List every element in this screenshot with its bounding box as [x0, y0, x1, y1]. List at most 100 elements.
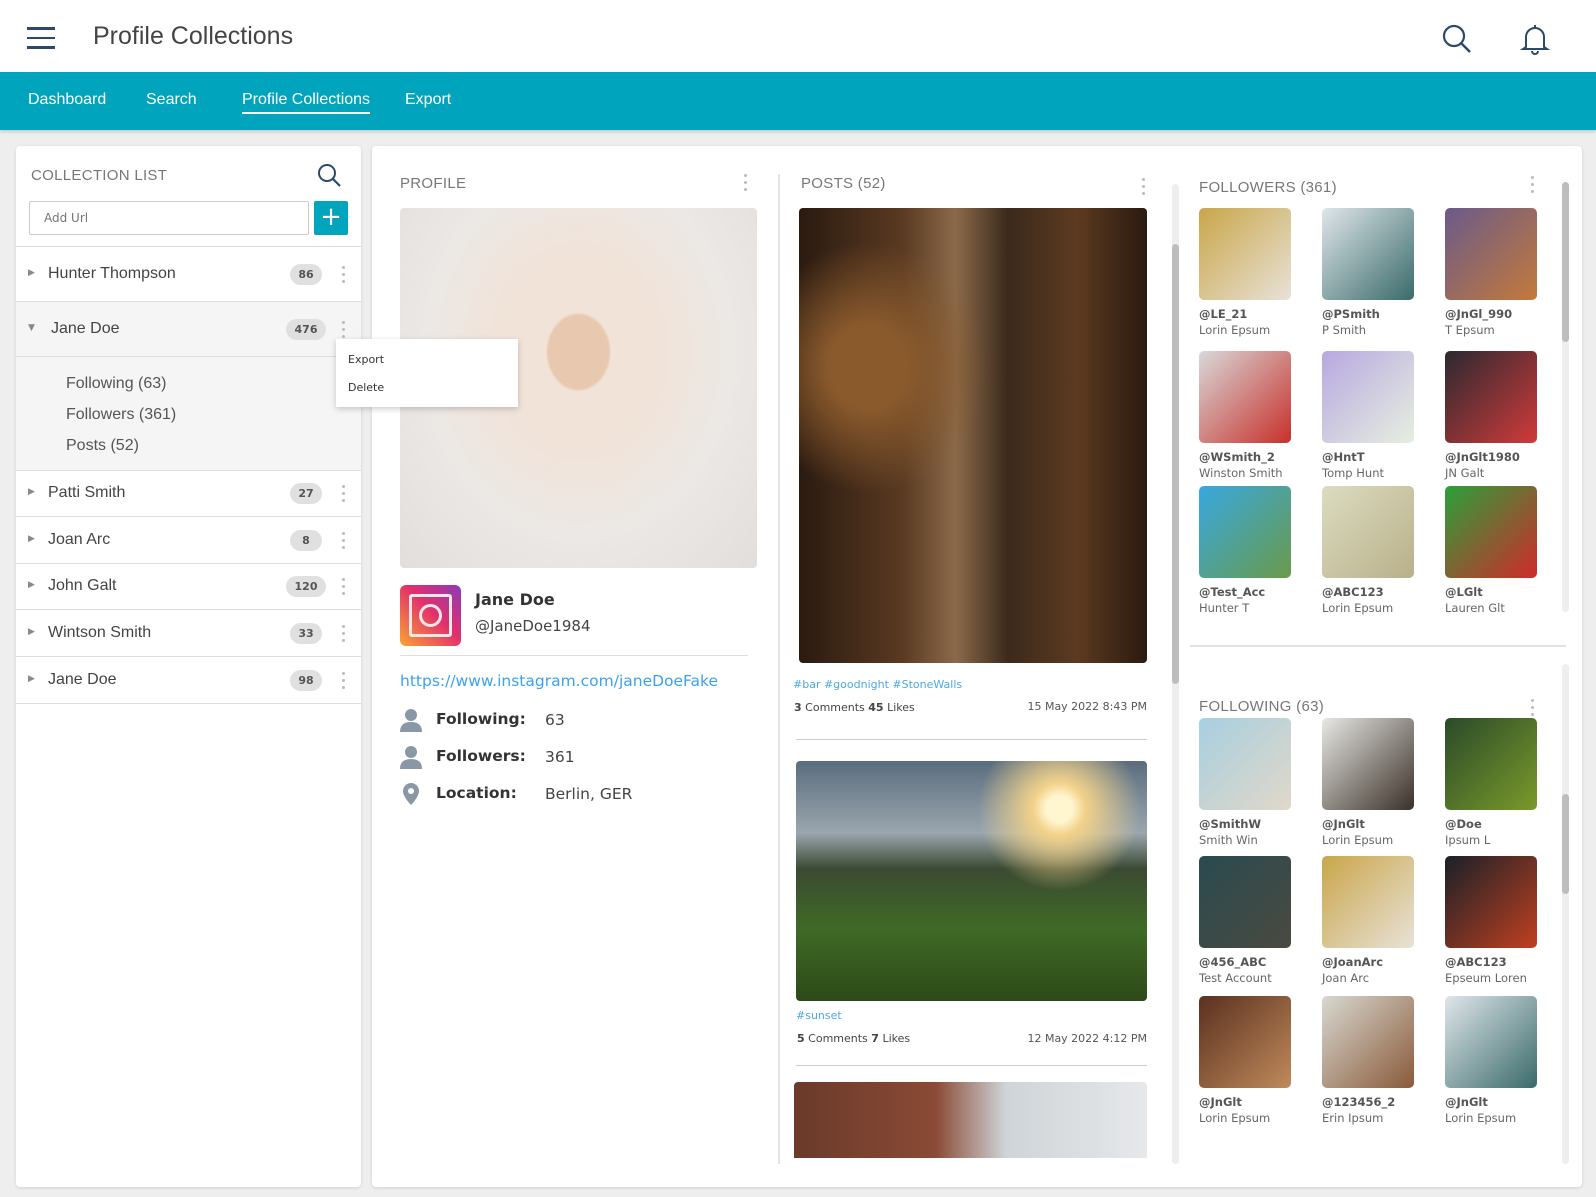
profile-handle: @LE_21 — [1199, 307, 1248, 321]
profile-handle: @JnGlt — [1322, 817, 1365, 831]
location-value: Berlin, GER — [545, 785, 633, 803]
profile-handle: @HntT — [1322, 450, 1365, 464]
expand-arrow-icon[interactable]: ▶ — [28, 580, 35, 590]
more-options-icon[interactable] — [338, 265, 348, 287]
profile-card[interactable]: @ABC123 Epseum Loren — [1445, 856, 1537, 985]
profile-name: Hunter T — [1199, 601, 1250, 615]
more-options-icon[interactable] — [338, 624, 348, 646]
count-badge: 120 — [286, 576, 326, 597]
comments-count: 5 — [797, 1032, 805, 1045]
collection-item[interactable]: ▶ Jane Doe 98 — [16, 656, 361, 703]
collection-item[interactable]: ▶ John Galt 120 — [16, 563, 361, 609]
post-tags[interactable]: #bar #goodnight #StoneWalls — [793, 678, 962, 691]
collection-name: John Galt — [48, 577, 117, 594]
profile-handle: @WSmith_2 — [1199, 450, 1275, 464]
collection-item[interactable]: ▶ Hunter Thompson 86 — [16, 246, 361, 301]
nav-profile-collections[interactable]: Profile Collections — [242, 91, 371, 114]
following-scrollbar[interactable] — [1562, 664, 1569, 1164]
profile-card[interactable]: @WSmith_2 Winston Smith — [1199, 351, 1291, 480]
collection-subitem[interactable]: Posts (52) — [66, 437, 139, 455]
bell-icon[interactable] — [1518, 22, 1552, 56]
profile-card[interactable]: @ABC123 Lorin Epsum — [1322, 486, 1414, 615]
likes-label: Likes — [887, 701, 915, 714]
collection-subitem[interactable]: Following (63) — [66, 375, 166, 393]
count-badge: 8 — [290, 529, 322, 551]
nav-export[interactable]: Export — [405, 91, 451, 112]
divider — [796, 739, 1147, 740]
followers-more-icon[interactable] — [1527, 176, 1537, 197]
collection-subitem[interactable]: Followers (361) — [66, 406, 176, 424]
collection-subitems: Following (63) Followers (361) Posts (52) — [16, 356, 361, 470]
add-url-button[interactable]: + — [314, 201, 348, 235]
profile-card[interactable]: @Test_Acc Hunter T — [1199, 486, 1291, 615]
profile-more-icon[interactable] — [740, 174, 750, 195]
count-badge: 86 — [290, 263, 322, 285]
profile-url-link[interactable]: https://www.instagram.com/janeDoeFake — [400, 672, 718, 690]
posts-scrollbar[interactable] — [1172, 184, 1179, 1164]
profile-card[interactable]: @JnGl_990 T Epsum — [1445, 208, 1537, 337]
expand-arrow-icon[interactable]: ▶ — [28, 487, 35, 497]
avatar — [1199, 351, 1291, 443]
profile-name: T Epsum — [1445, 323, 1495, 337]
more-options-icon[interactable] — [338, 578, 348, 599]
nav-dashboard[interactable]: Dashboard — [28, 91, 106, 112]
profile-card[interactable]: @123456_2 Erin Ipsum — [1322, 996, 1414, 1125]
profile-card[interactable]: @456_ABC Test Account — [1199, 856, 1291, 985]
profile-handle: @Test_Acc — [1199, 585, 1266, 599]
main-nav: Dashboard Search Profile Collections Exp… — [0, 72, 1596, 130]
profile-card[interactable]: @LGlt Lauren Glt — [1445, 486, 1537, 615]
profile-card[interactable]: @HntT Tomp Hunt — [1322, 351, 1414, 480]
expand-arrow-icon[interactable]: ▼ — [28, 323, 35, 333]
profile-handle: @JnGlt — [1445, 1095, 1488, 1109]
following-more-icon[interactable] — [1527, 699, 1537, 720]
likes-count: 45 — [868, 701, 884, 714]
avatar — [1322, 996, 1414, 1088]
comments-label: Comments — [805, 701, 865, 714]
collection-item[interactable]: ▶ Joan Arc 8 — [16, 516, 361, 563]
collection-item[interactable]: ▼ Jane Doe 476 — [16, 301, 361, 356]
profile-card[interactable]: @JnGlt Lorin Epsum — [1322, 718, 1414, 847]
profile-card[interactable]: @LE_21 Lorin Epsum — [1199, 208, 1291, 337]
profile-card[interactable]: @SmithW Smith Win — [1199, 718, 1291, 847]
location-pin-icon — [400, 782, 422, 806]
collection-name: Jane Doe — [51, 319, 120, 337]
add-url-input[interactable] — [29, 201, 309, 235]
count-badge: 476 — [286, 318, 326, 340]
following-title: FOLLOWING (63) — [1199, 698, 1325, 715]
expand-arrow-icon[interactable]: ▶ — [28, 534, 35, 544]
profile-handle: @456_ABC — [1199, 955, 1267, 969]
hamburger-icon[interactable] — [27, 27, 55, 49]
avatar — [1322, 856, 1414, 948]
collection-item[interactable]: ▶ Patti Smith 27 — [16, 470, 361, 516]
profile-card[interactable]: @JoanArc Joan Arc — [1322, 856, 1414, 985]
nav-search[interactable]: Search — [146, 91, 197, 112]
profile-card[interactable]: @JnGlt1980 JN Galt — [1445, 351, 1537, 480]
profile-card[interactable]: @JnGlt Lorin Epsum — [1445, 996, 1537, 1125]
profile-name: Lorin Epsum — [1322, 601, 1394, 615]
details-panel: PROFILE Jane Doe @JaneDoe1984 https://ww… — [372, 146, 1582, 1187]
profile-name: Epseum Loren — [1445, 971, 1527, 985]
more-options-icon[interactable] — [338, 531, 348, 553]
profile-handle: @JoanArc — [1322, 955, 1384, 969]
collection-list-title: COLLECTION LIST — [31, 167, 168, 184]
collection-item[interactable]: ▶ Wintson Smith 33 — [16, 609, 361, 656]
post-tags[interactable]: #sunset — [796, 1009, 842, 1022]
post-stats: 3 Comments 45 Likes — [794, 701, 915, 714]
profile-card[interactable]: @Doe Ipsum L — [1445, 718, 1537, 847]
avatar — [1445, 856, 1537, 948]
search-icon[interactable] — [1440, 22, 1474, 56]
expand-arrow-icon[interactable]: ▶ — [28, 674, 35, 684]
followers-scrollbar[interactable] — [1562, 182, 1569, 612]
followers-value: 361 — [545, 748, 575, 766]
menu-item-delete[interactable]: Delete — [348, 381, 384, 394]
more-options-icon[interactable] — [338, 671, 348, 693]
profile-card[interactable]: @PSmith P Smith — [1322, 208, 1414, 337]
comments-label: Comments — [808, 1032, 868, 1045]
more-options-icon[interactable] — [338, 485, 348, 506]
menu-item-export[interactable]: Export — [348, 353, 384, 366]
expand-arrow-icon[interactable]: ▶ — [28, 268, 35, 278]
search-icon[interactable] — [316, 162, 342, 188]
profile-card[interactable]: @JnGlt Lorin Epsum — [1199, 996, 1291, 1125]
expand-arrow-icon[interactable]: ▶ — [28, 627, 35, 637]
posts-more-icon[interactable] — [1138, 178, 1148, 199]
